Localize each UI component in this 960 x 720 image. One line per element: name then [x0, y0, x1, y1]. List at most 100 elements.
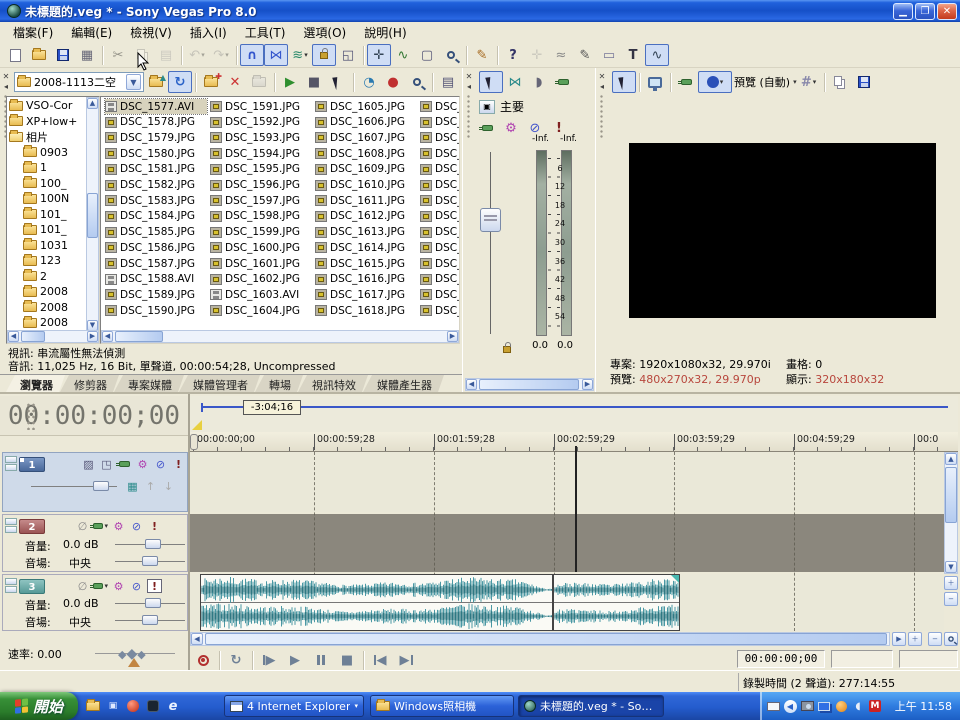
show-desktop-icon[interactable]: ▣: [106, 700, 120, 713]
messenger-icon[interactable]: [146, 700, 160, 713]
track-content-3[interactable]: [190, 574, 944, 631]
start-button[interactable]: 開始: [0, 692, 78, 720]
scroll-left-icon[interactable]: ◀: [8, 331, 19, 342]
insert-text-button[interactable]: T: [621, 44, 645, 66]
zoom-tool-icon[interactable]: [944, 632, 958, 646]
time-ruler[interactable]: 00:00:00;0000:00:59;2800:01:59;2800:02:5…: [190, 432, 958, 452]
file-item[interactable]: DSC_1589.JPG: [105, 287, 207, 302]
tree-item[interactable]: 100_: [9, 176, 87, 192]
zoom-out-time-icon[interactable]: −: [928, 632, 942, 646]
file-item[interactable]: DSC_1595.JPG: [210, 162, 312, 177]
menu-item[interactable]: 說明(H): [355, 22, 415, 43]
track-minimize-buttons[interactable]: [5, 518, 17, 535]
volume-slider[interactable]: [115, 544, 185, 545]
keyboard-layout-icon[interactable]: [766, 700, 780, 713]
automation-gear-button[interactable]: ⚙: [499, 117, 523, 139]
envelope-fade-tool-button[interactable]: ≈: [549, 44, 573, 66]
file-item[interactable]: DSC_1617.JPG: [315, 287, 417, 302]
timeline-hscrollbar[interactable]: ◀: [190, 632, 890, 646]
slider-handle[interactable]: [142, 615, 158, 625]
save-snapshot-button[interactable]: [852, 71, 876, 93]
file-item[interactable]: DSC_1577.AVI: [105, 99, 207, 114]
scroll-right-icon[interactable]: ▶: [87, 331, 98, 342]
scroll-down-icon[interactable]: ▼: [945, 561, 957, 573]
file-item[interactable]: DSC_1603.AVI: [210, 287, 312, 302]
address-combo[interactable]: 2008-1113二空 ▼: [14, 72, 144, 92]
go-to-start-button[interactable]: ◀: [367, 650, 393, 670]
track-fx-icon[interactable]: ▾: [93, 519, 108, 533]
scroll-thumb[interactable]: [945, 467, 957, 523]
record-media-button[interactable]: ●: [381, 71, 405, 93]
dock-grip[interactable]: [599, 94, 604, 139]
file-item[interactable]: DSC_1613.JPG: [315, 225, 417, 240]
file-item[interactable]: DSC_: [420, 303, 460, 318]
marker-bar[interactable]: [190, 396, 958, 432]
scroll-thumb[interactable]: [205, 633, 887, 645]
selection-edit-tool-button[interactable]: ▢: [415, 44, 439, 66]
shuttle-marker[interactable]: [128, 658, 140, 667]
undo-button[interactable]: ↶▾: [185, 44, 209, 66]
audio-event-2[interactable]: [553, 574, 680, 631]
file-item[interactable]: DSC_1612.JPG: [315, 209, 417, 224]
minimize-button[interactable]: ▁: [893, 3, 913, 20]
file-item[interactable]: DSC_: [420, 272, 460, 287]
play-from-start-button[interactable]: ▶: [256, 650, 282, 670]
pan-slider[interactable]: [115, 620, 185, 621]
invert-phase-icon[interactable]: ∅: [75, 579, 90, 593]
file-item[interactable]: DSC_1614.JPG: [315, 240, 417, 255]
tree-item[interactable]: 2008: [9, 284, 87, 300]
file-item[interactable]: DSC_: [420, 225, 460, 240]
insert-fx-chain-button[interactable]: [475, 117, 499, 139]
cut-button[interactable]: ✂: [106, 44, 130, 66]
marker-triangle[interactable]: [192, 420, 202, 430]
file-item[interactable]: DSC_1604.JPG: [210, 303, 312, 318]
file-item[interactable]: DSC_1607.JPG: [315, 130, 417, 145]
file-item[interactable]: DSC_1590.JPG: [105, 303, 207, 318]
file-item[interactable]: DSC_1596.JPG: [210, 178, 312, 193]
file-item[interactable]: DSC_1602.JPG: [210, 272, 312, 287]
scroll-left-icon[interactable]: ◀: [466, 379, 477, 390]
camera-icon[interactable]: [800, 700, 814, 713]
scroll-right-icon[interactable]: ▶: [447, 331, 458, 342]
scroll-up-icon[interactable]: ▲: [87, 98, 98, 109]
media-player-icon[interactable]: [126, 700, 140, 713]
refresh-button[interactable]: ↻: [168, 71, 192, 93]
mute-icon[interactable]: ⊘: [129, 579, 144, 593]
file-item[interactable]: DSC_1597.JPG: [210, 193, 312, 208]
tree-item[interactable]: 2008: [9, 315, 87, 331]
collapse-panel-icon[interactable]: ◂: [464, 81, 474, 91]
file-item[interactable]: DSC_: [420, 162, 460, 177]
loop-region-bar[interactable]: [203, 406, 948, 408]
list-view-button[interactable]: ▤: [436, 71, 460, 93]
tab-媒體產生器[interactable]: 媒體產生器: [363, 375, 444, 392]
solo-icon[interactable]: !: [147, 579, 162, 593]
timeline-vscrollbar[interactable]: ▲ ▼: [944, 452, 958, 574]
volume-icon[interactable]: ◖: [851, 700, 865, 713]
tree-item[interactable]: 101_: [9, 222, 87, 238]
copy-snapshot-button[interactable]: [828, 71, 852, 93]
zoom-in-track-height-icon[interactable]: ＋: [944, 576, 958, 590]
solo-icon[interactable]: !: [171, 457, 186, 471]
folder-icon[interactable]: [86, 700, 100, 713]
insert-fx-button[interactable]: [551, 71, 575, 93]
go-to-end-button[interactable]: ▶: [393, 650, 419, 670]
close-panel-icon[interactable]: ✕: [597, 71, 607, 81]
taskbar-button[interactable]: 未標題的.veg * - Son...: [518, 695, 664, 717]
dim-output-button[interactable]: ◗: [527, 71, 551, 93]
play-button[interactable]: ▶: [282, 650, 308, 670]
tree-item[interactable]: 2008: [9, 300, 87, 316]
selection-start-field[interactable]: [831, 650, 893, 668]
project-properties-button[interactable]: ▦: [75, 44, 99, 66]
track-minimize-buttons[interactable]: [5, 456, 17, 473]
tab-媒體管理者[interactable]: 媒體管理者: [179, 375, 260, 392]
scroll-right-icon[interactable]: ▶: [582, 379, 593, 390]
mute-icon[interactable]: ⊘: [153, 457, 168, 471]
composite-mode-icon[interactable]: ▦: [125, 479, 140, 493]
file-item[interactable]: DSC_1581.JPG: [105, 162, 207, 177]
collapse-panel-icon[interactable]: ◂: [597, 81, 607, 91]
audio-waveform-tool-button[interactable]: ∿: [645, 44, 669, 66]
up-one-level-button[interactable]: ▲: [144, 71, 168, 93]
views-clock-button[interactable]: ◔: [357, 71, 381, 93]
tab-視訊特效[interactable]: 視訊特效: [298, 375, 368, 392]
file-item[interactable]: DSC_1579.JPG: [105, 130, 207, 145]
